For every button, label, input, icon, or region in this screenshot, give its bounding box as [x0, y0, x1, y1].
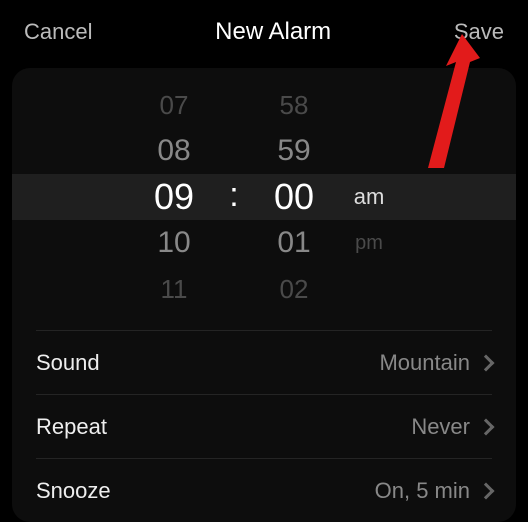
chevron-right-icon — [478, 418, 495, 435]
repeat-label: Repeat — [36, 414, 107, 440]
hour-option[interactable]: 08 — [157, 128, 190, 174]
repeat-value: Never — [411, 414, 470, 440]
sound-right: Mountain — [379, 350, 492, 376]
cancel-button[interactable]: Cancel — [24, 19, 92, 45]
colon: : — [219, 174, 249, 220]
sound-label: Sound — [36, 350, 100, 376]
ampm-wheel[interactable]: am pm — [339, 82, 399, 312]
repeat-right: Never — [411, 414, 492, 440]
chevron-right-icon — [478, 354, 495, 371]
time-picker[interactable]: 07 08 09 10 11 : 58 59 00 01 02 am pm — [12, 82, 516, 312]
minute-option[interactable]: 01 — [277, 220, 310, 266]
ampm-selected[interactable]: am — [354, 174, 385, 220]
chevron-right-icon — [478, 482, 495, 499]
page-title: New Alarm — [215, 18, 331, 46]
hour-option[interactable]: 07 — [160, 82, 189, 128]
minute-selected[interactable]: 00 — [274, 174, 314, 220]
header: Cancel New Alarm Save — [0, 0, 528, 64]
sound-value: Mountain — [379, 350, 470, 376]
repeat-row[interactable]: Repeat Never — [36, 394, 492, 458]
hour-option[interactable]: 11 — [161, 266, 188, 312]
colon-column: : — [219, 82, 249, 312]
hour-option[interactable]: 10 — [157, 220, 190, 266]
snooze-row[interactable]: Snooze On, 5 min — [36, 458, 492, 522]
minute-option[interactable]: 59 — [277, 128, 310, 174]
alarm-card: 07 08 09 10 11 : 58 59 00 01 02 am pm So… — [12, 68, 516, 522]
settings-list: Sound Mountain Repeat Never Snooze On, 5… — [12, 330, 516, 522]
sound-row[interactable]: Sound Mountain — [36, 330, 492, 394]
minute-option[interactable]: 02 — [280, 266, 309, 312]
hour-wheel[interactable]: 07 08 09 10 11 — [129, 82, 219, 312]
save-button[interactable]: Save — [454, 19, 504, 45]
minute-wheel[interactable]: 58 59 00 01 02 — [249, 82, 339, 312]
minute-option[interactable]: 58 — [280, 82, 309, 128]
hour-selected[interactable]: 09 — [154, 174, 194, 220]
ampm-option[interactable]: pm — [355, 220, 383, 266]
